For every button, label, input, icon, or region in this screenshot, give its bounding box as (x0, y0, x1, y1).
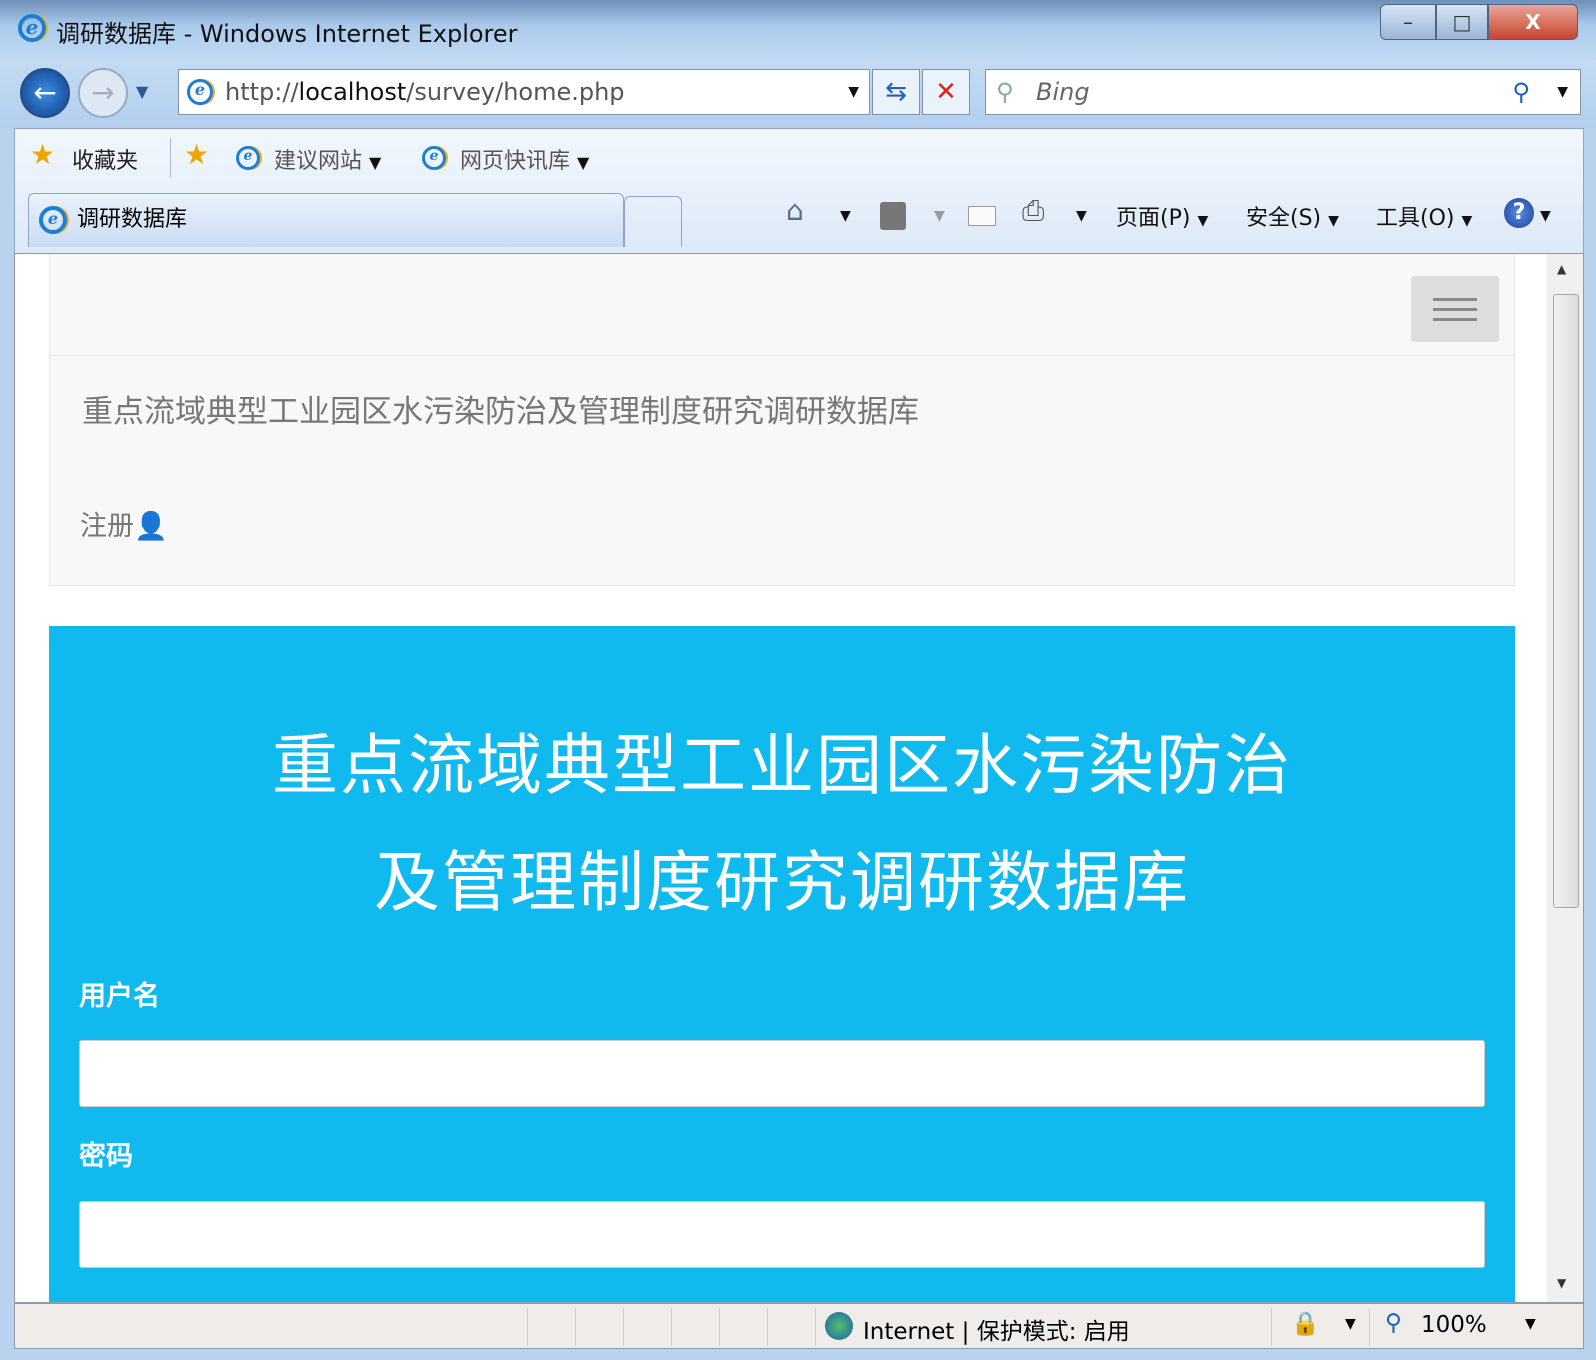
chevron-down-icon: ▼ (1461, 213, 1473, 229)
stop-button[interactable]: ✕ (922, 69, 970, 115)
page-heading-line2: 及管理制度研究调研数据库 (374, 844, 1190, 921)
refresh-button[interactable]: ⇆ (872, 69, 920, 115)
search-input[interactable]: ⚲ Bing ⚲ ▼ (985, 69, 1581, 115)
site-title-link[interactable]: 重点流域典型工业园区水污染防治及管理制度研究调研数据库 (82, 386, 919, 431)
chevron-down-icon: ▼ (577, 153, 590, 172)
new-tab-button[interactable] (624, 196, 682, 247)
tab-active[interactable]: e 调研数据库 (28, 193, 624, 247)
divider (671, 1308, 672, 1346)
tools-menu[interactable]: 工具(O) ▼ (1376, 200, 1472, 232)
zoom-level[interactable]: 100% (1421, 1312, 1487, 1338)
print-icon[interactable]: ⎙ (1022, 194, 1044, 228)
page-icon: e (187, 79, 213, 105)
help-icon[interactable]: ? (1504, 198, 1534, 228)
tools-menu-label: 工具(O) (1376, 206, 1455, 231)
suggested-sites-label: 建议网站 (274, 149, 363, 174)
user-icon: 👤 (134, 511, 168, 542)
url-path: /survey/home.php (406, 78, 625, 106)
web-slice-gallery-label: 网页快讯库 (460, 149, 571, 174)
divider (719, 1308, 720, 1346)
add-favorites-icon[interactable]: ★ (184, 138, 209, 171)
scrollbar-thumb[interactable] (1553, 294, 1579, 908)
chevron-down-icon: ▼ (1328, 213, 1339, 229)
divider (1271, 1308, 1272, 1346)
help-dropdown-icon[interactable]: ▼ (1540, 208, 1551, 224)
tab-title: 调研数据库 (77, 207, 188, 232)
print-dropdown-icon[interactable]: ▼ (1076, 208, 1087, 224)
password-input[interactable] (79, 1201, 1485, 1268)
home-icon[interactable]: ⌂ (786, 194, 804, 227)
chevron-down-icon: ▼ (1197, 213, 1209, 229)
ie-page-icon: e (422, 146, 446, 170)
internet-globe-icon (825, 1312, 853, 1340)
maximize-button[interactable]: □ (1436, 4, 1488, 40)
close-button[interactable]: X (1488, 4, 1578, 40)
recent-pages-dropdown-icon[interactable]: ▼ (136, 82, 148, 101)
security-zone[interactable]: Internet | 保护模式: 启用 (863, 1312, 1130, 1346)
url-prefix: http:// (225, 78, 299, 106)
register-link[interactable]: 注册👤 (80, 504, 168, 543)
ie-page-icon: e (236, 146, 260, 170)
divider (50, 355, 1514, 356)
page-menu[interactable]: 页面(P) ▼ (1116, 200, 1208, 232)
hamburger-icon (1433, 298, 1477, 301)
safety-menu[interactable]: 安全(S) ▼ (1246, 200, 1339, 232)
divider (1369, 1308, 1370, 1346)
menu-toggle-button[interactable] (1411, 276, 1499, 342)
username-input[interactable] (79, 1040, 1485, 1107)
ie-logo-icon: e (18, 14, 46, 42)
minimize-button[interactable]: – (1380, 4, 1436, 40)
url-host: localhost (298, 78, 407, 106)
zoom-icon: ⚲ (1385, 1310, 1402, 1336)
register-label: 注册 (80, 511, 134, 542)
scroll-up-icon[interactable]: ▲ (1557, 262, 1566, 276)
title-bar: e 调研数据库 - Windows Internet Explorer – □ … (0, 0, 1596, 62)
login-panel: 重点流域典型工业园区水污染防治 及管理制度研究调研数据库 用户名 密码 (49, 626, 1515, 1302)
favorites-button[interactable]: 收藏夹 (72, 143, 138, 175)
divider (527, 1308, 528, 1346)
home-dropdown-icon[interactable]: ▼ (840, 208, 851, 224)
read-mail-icon[interactable] (968, 206, 996, 226)
zoom-dropdown-icon[interactable]: ▼ (1525, 1316, 1536, 1332)
page-heading-line1: 重点流域典型工业园区水污染防治 (272, 727, 1292, 804)
suggested-sites-link[interactable]: 建议网站 ▼ (274, 143, 381, 175)
search-button-icon[interactable]: ⚲ (1512, 70, 1530, 114)
scroll-down-icon[interactable]: ▼ (1557, 1276, 1566, 1290)
page-menu-label: 页面(P) (1116, 206, 1191, 231)
divider (170, 138, 171, 178)
feeds-dropdown-icon[interactable]: ▼ (934, 208, 945, 224)
hamburger-icon (1433, 318, 1477, 321)
divider (623, 1308, 624, 1346)
back-button[interactable]: ← (20, 68, 70, 118)
page-viewport: 重点流域典型工业园区水污染防治及管理制度研究调研数据库 注册👤 重点流域典型工业… (14, 253, 1584, 1303)
search-options-dropdown-icon[interactable]: ▼ (1557, 70, 1568, 114)
web-slice-gallery-link[interactable]: 网页快讯库 ▼ (460, 143, 589, 175)
hamburger-icon (1433, 308, 1477, 311)
password-label: 密码 (79, 1141, 133, 1172)
safety-menu-label: 安全(S) (1246, 206, 1322, 231)
forward-button[interactable]: → (78, 68, 128, 118)
search-placeholder: Bing (1036, 78, 1090, 106)
lock-icon[interactable]: 🔒 (1291, 1310, 1320, 1337)
status-bar: Internet | 保护模式: 启用 🔒 ▼ ⚲ 100% ▼ (14, 1303, 1584, 1349)
feeds-icon[interactable] (880, 202, 906, 230)
site-navbar: 重点流域典型工业园区水污染防治及管理制度研究调研数据库 注册👤 (49, 254, 1515, 586)
address-bar[interactable]: e http://localhost/survey/home.php ▼ (178, 69, 870, 115)
search-magnifier-icon: ⚲ (996, 78, 1014, 106)
username-label: 用户名 (79, 981, 160, 1012)
lock-dropdown-icon[interactable]: ▼ (1345, 1316, 1356, 1332)
ie-tab-icon: e (39, 206, 67, 234)
divider (767, 1308, 768, 1346)
chevron-down-icon: ▼ (369, 153, 382, 172)
address-dropdown-icon[interactable]: ▼ (848, 70, 859, 114)
vertical-scrollbar[interactable]: ▲ ▼ (1547, 254, 1583, 1302)
divider (575, 1308, 576, 1346)
favorites-star-icon: ★ (30, 138, 56, 171)
window-title: 调研数据库 - Windows Internet Explorer (56, 20, 518, 48)
divider (815, 1308, 816, 1346)
